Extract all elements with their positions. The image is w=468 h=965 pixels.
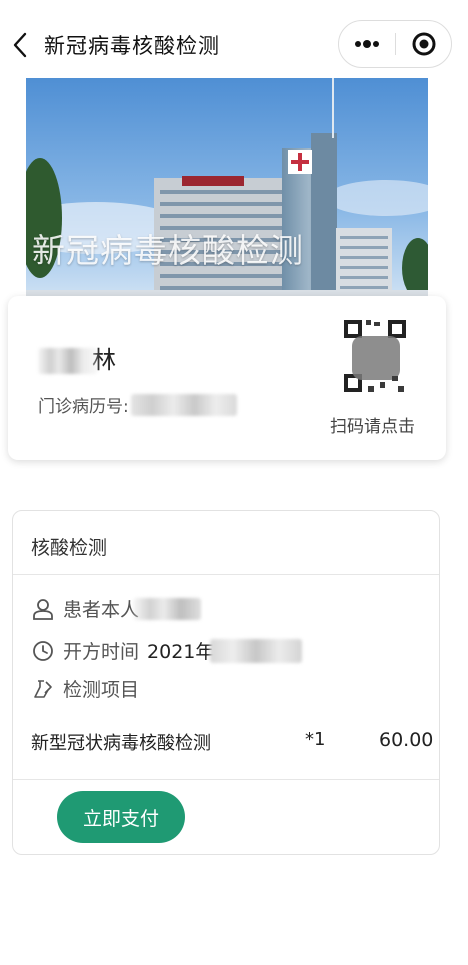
- item-price: 60.00: [379, 729, 434, 751]
- hospital-banner: 新冠病毒核酸检测: [26, 78, 428, 298]
- back-button[interactable]: [8, 28, 32, 62]
- item-name: 新型冠状病毒核酸检测: [31, 733, 211, 754]
- qr-hint[interactable]: 扫码请点击: [330, 412, 415, 437]
- test-items-row: 检测项目: [31, 675, 139, 702]
- divider: [13, 574, 439, 575]
- patient-row: 患者本人: [31, 595, 202, 622]
- pay-now-button[interactable]: 立即支付: [57, 791, 185, 843]
- nav-bar: 新冠病毒核酸检测: [0, 0, 468, 90]
- redacted-prescribe-time: [210, 638, 303, 663]
- prescribe-value: 2021年: [147, 641, 215, 663]
- order-card: 核酸检测 患者本人 开方时间 2021年 检测项目 新型冠状病毒核酸检测 *1 …: [12, 510, 440, 855]
- flask-icon: [31, 677, 55, 701]
- qr-code-icon: [340, 316, 410, 396]
- patient-name: 林: [38, 340, 116, 375]
- test-items-label: 检测项目: [63, 679, 140, 701]
- redacted-patient: [133, 597, 202, 620]
- person-icon: [31, 597, 55, 621]
- prescribe-time-row: 开方时间 2021年: [31, 637, 303, 664]
- patient-card: 林 门诊病历号: 扫码请点击: [8, 296, 446, 460]
- clock-icon: [31, 639, 55, 663]
- patient-label: 患者本人: [63, 599, 140, 621]
- divider: [13, 779, 439, 780]
- order-section-title: 核酸检测: [31, 537, 108, 559]
- record-label: 门诊病历号:: [38, 397, 129, 417]
- close-mini-program-button[interactable]: [396, 21, 452, 67]
- more-dots-icon: [355, 40, 379, 48]
- page-title: 新冠病毒核酸检测: [44, 34, 220, 58]
- mini-program-capsule: [338, 20, 452, 68]
- more-button[interactable]: [339, 21, 395, 67]
- target-close-icon: [412, 32, 436, 56]
- chevron-left-icon: [13, 32, 27, 58]
- record-number-row: 门诊病历号:: [38, 392, 237, 417]
- banner-title: 新冠病毒核酸检测: [32, 231, 304, 270]
- qr-code[interactable]: [340, 316, 410, 396]
- prescribe-label: 开方时间: [63, 641, 140, 663]
- redacted-record-number: [130, 393, 237, 416]
- item-quantity: *1: [305, 729, 326, 750]
- redacted-name: [38, 348, 98, 374]
